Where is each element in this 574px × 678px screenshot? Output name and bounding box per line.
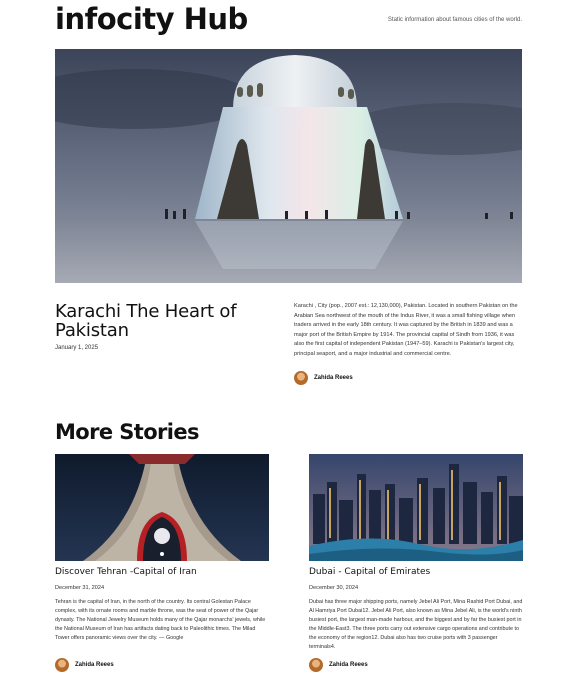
avatar <box>309 658 323 672</box>
story-date-tehran: December 31, 2024 <box>55 585 105 591</box>
site-header: infocity Hub Static information about fa… <box>55 0 522 40</box>
author-name: Zahida Reees <box>329 662 368 668</box>
avatar <box>294 371 308 385</box>
author-name: Zahida Reees <box>75 662 114 668</box>
story-date-dubai: December 30, 2024 <box>309 585 359 591</box>
skyline-illustration <box>309 454 523 561</box>
featured-title[interactable]: Karachi The Heart of Pakistan <box>55 302 255 340</box>
site-title[interactable]: infocity Hub <box>55 2 248 36</box>
story-title-dubai[interactable]: Dubai - Capital of Emirates <box>309 567 430 577</box>
featured-excerpt: Karachi , City (pop., 2007 est.: 12,130,… <box>294 303 518 357</box>
story-image-dubai[interactable] <box>309 454 523 561</box>
story-author-tehran[interactable]: Zahida Reees <box>55 658 114 672</box>
featured-author[interactable]: Zahida Reees <box>294 371 353 385</box>
mausoleum-illustration <box>55 49 522 283</box>
more-stories-heading: More Stories <box>55 420 200 444</box>
story-excerpt-dubai: Dubai has three major shipping ports, na… <box>309 599 523 650</box>
featured-date: January 1, 2025 <box>55 345 99 351</box>
story-image-tehran[interactable] <box>55 454 269 561</box>
featured-image[interactable] <box>55 49 522 283</box>
tower-illustration <box>55 454 269 561</box>
avatar <box>55 658 69 672</box>
story-title-tehran[interactable]: Discover Tehran -Capital of Iran <box>55 567 197 577</box>
site-tagline: Static information about famous cities o… <box>387 17 522 23</box>
story-author-dubai[interactable]: Zahida Reees <box>309 658 368 672</box>
author-name: Zahida Reees <box>314 375 353 381</box>
story-excerpt-tehran: Tehran is the capital of Iran, in the no… <box>55 599 266 641</box>
